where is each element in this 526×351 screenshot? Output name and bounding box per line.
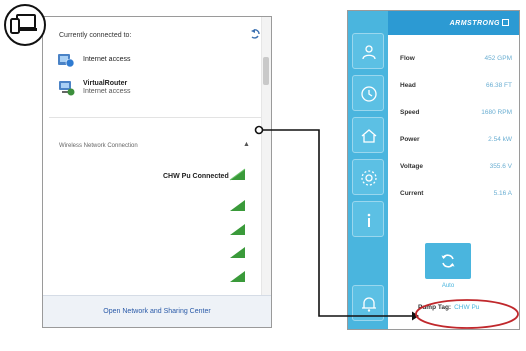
pump-tag: Pump Tag: CHW Pu [418, 304, 480, 311]
reading-speed: Speed 1680 RPM [400, 109, 512, 116]
network-computer-icon [59, 81, 75, 96]
home-button[interactable] [352, 117, 384, 153]
pump-display: ARMSTRONG Flow 452 GPM Head 66.38 FT Speed… [347, 10, 520, 330]
reading-head: Head 66.38 FT [400, 82, 512, 89]
connection-name: VirtualRouter [83, 80, 128, 87]
clock-button[interactable] [352, 75, 384, 111]
alarm-button[interactable] [352, 285, 384, 321]
wifi-signal-icon[interactable] [229, 223, 246, 236]
wireless-section-label: Wireless Network Connection [59, 143, 138, 149]
network-flyout: Currently connected to: Internet access … [42, 16, 272, 328]
reading-voltage: Voltage 355.6 V [400, 163, 512, 170]
flyout-footer: Open Network and Sharing Center [43, 295, 271, 327]
wifi-signal-icon[interactable] [229, 168, 246, 181]
connection-internet: Internet access [57, 51, 130, 69]
connection-status: Internet access [83, 88, 131, 95]
open-network-center-link[interactable]: Open Network and Sharing Center [43, 308, 271, 315]
laptop-phone-icon [10, 14, 37, 34]
clock-icon [361, 86, 377, 102]
connected-network-name[interactable]: CHW Pu Connected [163, 173, 229, 180]
scrollbar-thumb[interactable] [263, 57, 269, 85]
reading-flow: Flow 452 GPM [400, 55, 512, 62]
connection-name: Internet access [83, 56, 131, 63]
users-button[interactable] [352, 33, 384, 69]
auto-mode-label: Auto [441, 283, 455, 289]
bell-icon [362, 297, 376, 312]
collapse-caret-icon[interactable]: ▲ [243, 141, 250, 148]
settings-button[interactable] [352, 159, 384, 195]
reading-current: Current 5.16 A [400, 190, 512, 197]
wifi-signal-icon[interactable] [229, 246, 246, 259]
gear-icon [361, 170, 377, 186]
brand-logo: ARMSTRONG [450, 19, 509, 27]
reading-power: Power 2.54 kW [400, 136, 512, 143]
info-icon [367, 213, 371, 227]
home-icon [361, 129, 377, 143]
connected-header: Currently connected to: [59, 32, 132, 39]
wifi-signal-icon[interactable] [229, 199, 246, 212]
users-icon [362, 45, 376, 60]
info-button[interactable] [352, 201, 384, 237]
computer-callout [4, 4, 46, 46]
scrollbar[interactable] [261, 17, 271, 327]
network-globe-icon [58, 54, 75, 68]
pump-sidebar [348, 11, 388, 329]
brand-mark-icon [502, 19, 509, 26]
divider [49, 117, 261, 118]
auto-mode-button[interactable] [425, 243, 471, 279]
refresh-cycle-icon [441, 254, 455, 268]
refresh-icon[interactable] [248, 27, 262, 41]
wifi-signal-icon[interactable] [229, 270, 246, 283]
pump-header: ARMSTRONG [388, 11, 519, 35]
connection-virtualrouter: VirtualRouter Internet access [57, 79, 130, 97]
